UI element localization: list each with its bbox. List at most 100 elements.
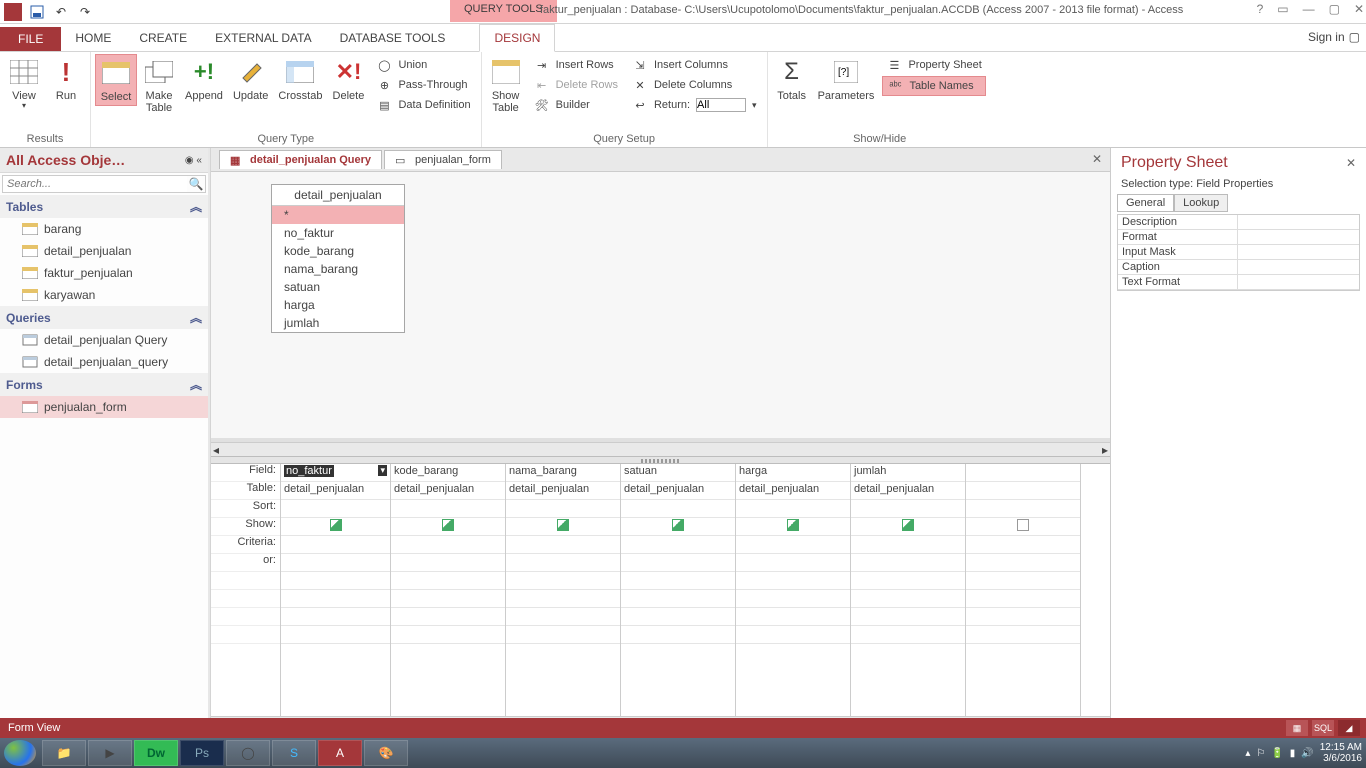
grid-show-cell[interactable] [506, 518, 620, 536]
maximize-icon[interactable]: ▢ [1329, 2, 1340, 16]
tab-file[interactable]: FILE [0, 27, 61, 51]
grid-column[interactable]: nama_barangdetail_penjualan [506, 464, 621, 716]
ribbon-collapse-icon[interactable]: ▭ [1277, 2, 1288, 16]
table-field[interactable]: kode_barang [272, 242, 404, 260]
tab-create[interactable]: CREATE [125, 25, 201, 51]
doc-tab-form[interactable]: ▭penjualan_form [384, 150, 502, 169]
grid-sort-cell[interactable] [281, 500, 390, 518]
grid-table-cell[interactable]: detail_penjualan [851, 482, 965, 500]
data-definition-button[interactable]: ▤Data Definition [372, 96, 474, 114]
tray-clock[interactable]: 12:15 AM3/6/2016 [1320, 742, 1362, 764]
nav-group-forms[interactable]: Forms︽ [0, 373, 208, 396]
grid-table-cell[interactable]: detail_penjualan [736, 482, 850, 500]
grid-or-cell[interactable] [851, 554, 965, 572]
grid-or-cell[interactable] [966, 554, 1080, 572]
parameters-button[interactable]: [?]Parameters [814, 54, 879, 104]
tab-design[interactable]: DESIGN [479, 24, 555, 52]
view-button[interactable]: View▾ [4, 54, 44, 113]
grid-field-cell[interactable]: harga [736, 464, 850, 482]
taskbar-explorer[interactable]: 📁 [42, 740, 86, 766]
close-icon[interactable]: ✕ [1354, 2, 1364, 16]
sign-in[interactable]: Sign in ▢ [1308, 30, 1360, 44]
taskbar-dw[interactable]: Dw [134, 740, 178, 766]
nav-item-query[interactable]: detail_penjualan Query [0, 329, 208, 351]
table-field[interactable]: * [272, 206, 404, 224]
splitter[interactable] [211, 456, 1110, 464]
grid-show-cell[interactable] [736, 518, 850, 536]
table-field[interactable]: satuan [272, 278, 404, 296]
property-row[interactable]: Caption [1118, 260, 1359, 275]
nav-item-query[interactable]: detail_penjualan_query [0, 351, 208, 373]
grid-field-cell[interactable]: no_faktur▾ [281, 464, 390, 482]
grid-column[interactable]: kode_barangdetail_penjualan [391, 464, 506, 716]
nav-item-form[interactable]: penjualan_form [0, 396, 208, 418]
grid-sort-cell[interactable] [736, 500, 850, 518]
table-field[interactable]: harga [272, 296, 404, 314]
property-row[interactable]: Description [1118, 215, 1359, 230]
property-row[interactable]: Text Format [1118, 275, 1359, 290]
union-button[interactable]: ◯Union [372, 56, 474, 74]
grid-sort-cell[interactable] [966, 500, 1080, 518]
grid-table-cell[interactable]: detail_penjualan [391, 482, 505, 500]
grid-field-cell[interactable]: jumlah [851, 464, 965, 482]
sql-view-icon[interactable]: SQL [1312, 720, 1334, 736]
table-names-button[interactable]: ᵃᵇᶜTable Names [882, 76, 985, 96]
table-field[interactable]: nama_barang [272, 260, 404, 278]
grid-or-cell[interactable] [506, 554, 620, 572]
nav-header[interactable]: All Access Obje… ◉ « [0, 148, 208, 173]
grid-table-cell[interactable]: detail_penjualan [506, 482, 620, 500]
tab-general[interactable]: General [1117, 194, 1174, 212]
nav-item-table[interactable]: karyawan [0, 284, 208, 306]
grid-or-cell[interactable] [391, 554, 505, 572]
grid-column[interactable] [966, 464, 1081, 716]
pin-icon[interactable]: ◉ « [185, 155, 202, 166]
grid-criteria-cell[interactable] [851, 536, 965, 554]
taskbar-skype[interactable]: S [272, 740, 316, 766]
search-input[interactable] [3, 176, 187, 192]
h-scrollbar-upper[interactable]: ◂▸ [211, 442, 1110, 456]
tray-chevron-icon[interactable]: ▴ [1245, 748, 1250, 759]
grid-criteria-cell[interactable] [736, 536, 850, 554]
grid-sort-cell[interactable] [851, 500, 965, 518]
grid-sort-cell[interactable] [621, 500, 735, 518]
close-icon[interactable]: ✕ [1346, 156, 1356, 170]
grid-table-cell[interactable] [966, 482, 1080, 500]
nav-item-table[interactable]: barang [0, 218, 208, 240]
datasheet-view-icon[interactable]: ▦ [1286, 720, 1308, 736]
grid-show-cell[interactable] [391, 518, 505, 536]
totals-button[interactable]: ΣTotals [772, 54, 812, 104]
grid-or-cell[interactable] [621, 554, 735, 572]
run-button[interactable]: !Run [46, 54, 86, 104]
table-box[interactable]: detail_penjualan *no_fakturkode_barangna… [271, 184, 405, 333]
update-button[interactable]: Update [229, 54, 272, 104]
make-table-button[interactable]: Make Table [139, 54, 179, 116]
property-row[interactable]: Format [1118, 230, 1359, 245]
delete-columns-button[interactable]: ✕Delete Columns [628, 76, 761, 94]
undo-icon[interactable]: ↶ [52, 3, 70, 21]
property-value[interactable] [1238, 245, 1359, 259]
tray-network-icon[interactable]: ▮ [1290, 748, 1296, 759]
design-view-icon[interactable]: ◢ [1338, 720, 1360, 736]
append-button[interactable]: +!Append [181, 54, 227, 104]
grid-criteria-cell[interactable] [506, 536, 620, 554]
grid-or-cell[interactable] [736, 554, 850, 572]
grid-field-cell[interactable] [966, 464, 1080, 482]
grid-or-cell[interactable] [281, 554, 390, 572]
property-value[interactable] [1238, 230, 1359, 244]
grid-sort-cell[interactable] [391, 500, 505, 518]
tab-external-data[interactable]: EXTERNAL DATA [201, 25, 325, 51]
table-field[interactable]: no_faktur [272, 224, 404, 242]
grid-show-cell[interactable] [621, 518, 735, 536]
select-button[interactable]: Select [95, 54, 137, 106]
grid-show-cell[interactable] [966, 518, 1080, 536]
close-tab-icon[interactable]: ✕ [1092, 152, 1102, 166]
property-value[interactable] [1238, 275, 1359, 289]
grid-table-cell[interactable]: detail_penjualan [281, 482, 390, 500]
insert-columns-button[interactable]: ⇲Insert Columns [628, 56, 761, 74]
save-icon[interactable] [28, 3, 46, 21]
grid-show-cell[interactable] [851, 518, 965, 536]
help-icon[interactable]: ? [1257, 2, 1264, 16]
property-row[interactable]: Input Mask [1118, 245, 1359, 260]
tray-flag-icon[interactable]: ⚐ [1256, 748, 1265, 759]
grid-table-cell[interactable]: detail_penjualan [621, 482, 735, 500]
